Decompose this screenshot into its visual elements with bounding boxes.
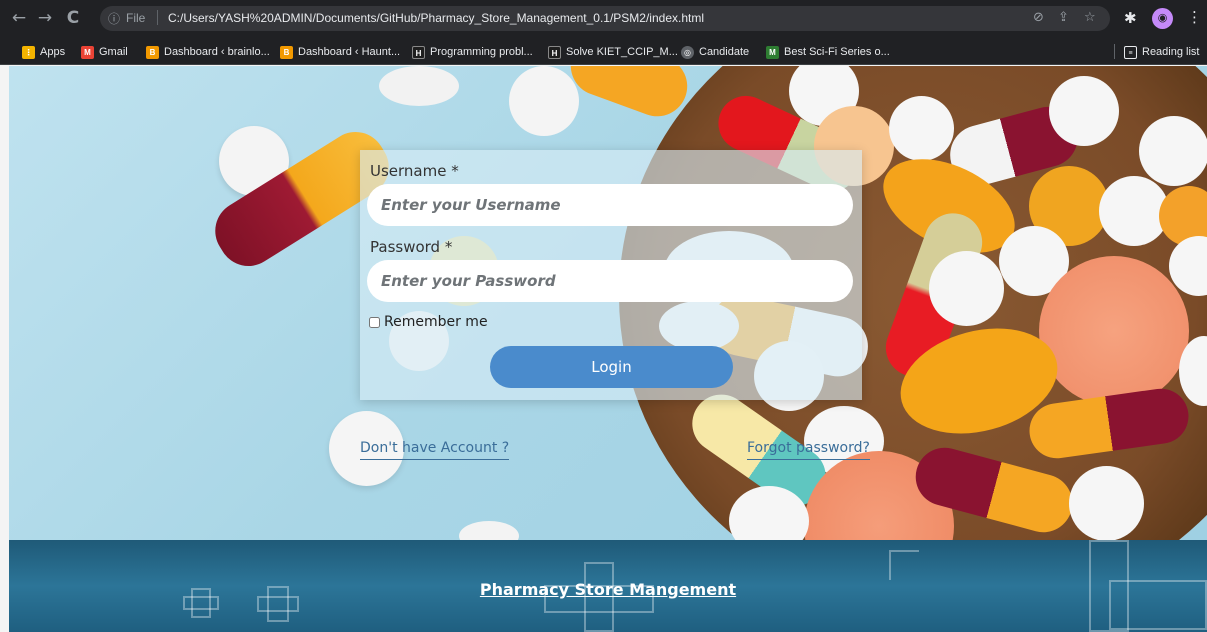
bookmarks-bar: ⋮ Apps M Gmail B Dashboard ‹ brainlo... B Da… (0, 37, 1207, 65)
bookmark-dashboard-brainlo[interactable]: B Dashboard ‹ brainlo... (146, 44, 270, 60)
footer: Pharmacy Store Mangement (9, 540, 1207, 632)
pill-image (1039, 256, 1189, 406)
star-icon[interactable]: ☆ (1084, 10, 1096, 25)
forgot-password-link[interactable]: Forgot password? (747, 440, 870, 460)
remember-me[interactable]: Remember me (369, 314, 488, 330)
puzzle-icon[interactable]: ✱ (1124, 9, 1137, 27)
footer-title: Pharmacy Store Mangement (479, 580, 737, 599)
info-icon[interactable]: ⓘ (108, 10, 120, 27)
pill-image (1139, 116, 1207, 186)
pill-image (889, 96, 954, 161)
pill-image (459, 521, 519, 540)
login-button[interactable]: Login (490, 346, 733, 388)
pill-image (1069, 466, 1144, 540)
pill-image (379, 66, 459, 106)
bookmark-sci-fi[interactable]: M Best Sci-Fi Series o... (766, 44, 890, 60)
bookmark-apps[interactable]: ⋮ Apps (22, 44, 65, 60)
bookmark-candidate[interactable]: ◎ Candidate (681, 44, 749, 60)
bookmarks-divider (1114, 44, 1115, 59)
arrow-left-icon[interactable]: ← (8, 7, 30, 29)
globe-icon: ◎ (681, 45, 694, 59)
pill-image (929, 251, 1004, 326)
site-icon: M (766, 45, 779, 59)
reload-icon[interactable]: C (62, 7, 84, 29)
password-label: Password * (370, 238, 453, 256)
url-text[interactable]: C:/Users/YASH%20ADMIN/Documents/GitHub/P… (168, 11, 704, 25)
username-input[interactable] (367, 184, 853, 226)
avatar[interactable]: ◉ (1152, 8, 1173, 29)
login-form: Username * Password * Remember me Login (360, 150, 862, 400)
site-icon: B (146, 45, 159, 59)
capsule-image (562, 66, 696, 125)
eye-off-icon[interactable]: ⊘ (1033, 10, 1044, 25)
remember-me-checkbox[interactable] (369, 316, 380, 328)
remember-me-label: Remember me (384, 314, 488, 330)
bookmark-programming[interactable]: H Programming probl... (412, 44, 533, 60)
more-vert-icon[interactable]: ⋮ (1187, 8, 1202, 26)
bookmark-gmail[interactable]: M Gmail (81, 44, 128, 60)
share-icon[interactable]: ⇪ (1058, 10, 1069, 25)
arrow-right-icon[interactable]: → (34, 7, 56, 29)
bookmark-solve-kiet[interactable]: H Solve KIET_CCIP_M... (548, 44, 678, 60)
reading-list-icon: ≡ (1124, 45, 1137, 59)
site-icon: B (280, 45, 293, 59)
browser-toolbar: ← → C ⓘ File C:/Users/YASH%20ADMIN/Docum… (0, 0, 1207, 37)
url-scheme-label: File (126, 11, 146, 25)
gmail-icon: M (81, 45, 94, 59)
site-icon: H (548, 45, 561, 59)
signup-link[interactable]: Don't have Account ? (360, 440, 510, 460)
reading-list-button[interactable]: ≡ Reading list (1124, 44, 1199, 60)
bookmark-dashboard-haunt[interactable]: B Dashboard ‹ Haunt... (280, 44, 400, 60)
address-bar[interactable]: ⓘ File C:/Users/YASH%20ADMIN/Documents/G… (100, 6, 1110, 31)
medical-cross-icon (889, 550, 919, 580)
site-icon: H (412, 45, 425, 59)
pill-image (1049, 76, 1119, 146)
apps-grid-icon: ⋮ (22, 45, 35, 59)
page-content: Username * Password * Remember me Login … (9, 66, 1207, 632)
address-divider (157, 10, 158, 25)
username-label: Username * (370, 162, 459, 180)
pill-image (509, 66, 579, 136)
password-input[interactable] (367, 260, 853, 302)
